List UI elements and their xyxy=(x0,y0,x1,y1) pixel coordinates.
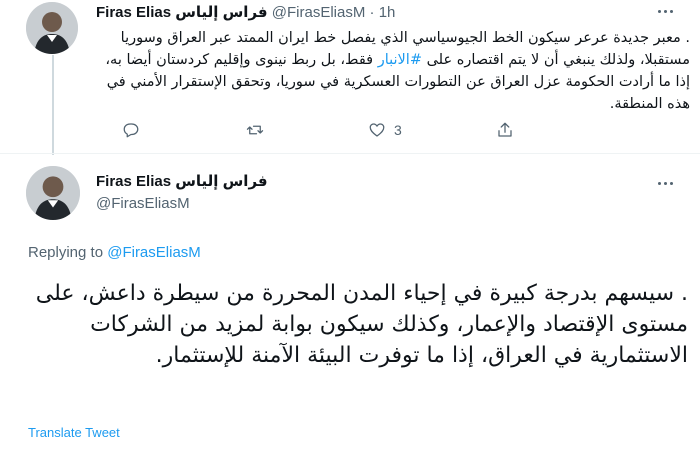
hashtag-link[interactable]: #الانبار xyxy=(378,52,422,68)
reply-button[interactable] xyxy=(122,119,148,141)
display-name[interactable]: Firas Elias فراس إلياس xyxy=(96,4,268,21)
avatar-photo xyxy=(26,166,80,220)
more-icon[interactable] xyxy=(658,6,680,16)
avatar[interactable] xyxy=(26,2,78,54)
translate-tweet-link[interactable]: Translate Tweet xyxy=(28,425,120,440)
avatar[interactable] xyxy=(26,166,80,220)
thread-line xyxy=(52,55,54,155)
user-handle[interactable]: @FirasEliasM xyxy=(272,4,366,21)
share-icon xyxy=(498,122,512,137)
replying-to: Replying to @FirasEliasM xyxy=(28,244,201,261)
timestamp[interactable]: 1h xyxy=(379,4,396,21)
like-icon xyxy=(369,123,385,137)
tweet-header: Firas Elias فراس إلياس @FirasEliasM xyxy=(96,172,268,214)
replying-label: Replying to xyxy=(28,244,104,261)
like-count: 3 xyxy=(394,122,402,138)
display-name[interactable]: Firas Elias فراس إلياس xyxy=(96,172,268,191)
like-button[interactable]: 3 xyxy=(368,119,402,141)
avatar-photo xyxy=(26,2,78,54)
reply-icon xyxy=(123,123,139,138)
share-button[interactable] xyxy=(496,119,514,141)
retweet-button[interactable] xyxy=(246,119,272,141)
tweet-actions: 3 xyxy=(96,119,616,141)
tweet-header: Firas Elias فراس إلياس @FirasEliasM · 1h xyxy=(96,4,395,22)
tweet-text: . سيسهم بدرجة كبيرة في إحياء المدن المحر… xyxy=(35,281,688,368)
retweet-icon xyxy=(246,125,264,135)
more-icon[interactable] xyxy=(658,178,680,188)
tweet-original[interactable]: Firas Elias فراس إلياس @FirasEliasM · 1h… xyxy=(0,0,700,155)
tweet-text: . معبر جديدة عرعر سيكون الخط الجيوسياسي … xyxy=(96,27,690,115)
user-handle[interactable]: @FirasEliasM xyxy=(96,194,268,214)
tweet-divider xyxy=(0,153,700,154)
separator-dot: · xyxy=(369,4,375,21)
mention-link[interactable]: @FirasEliasM xyxy=(107,244,201,261)
